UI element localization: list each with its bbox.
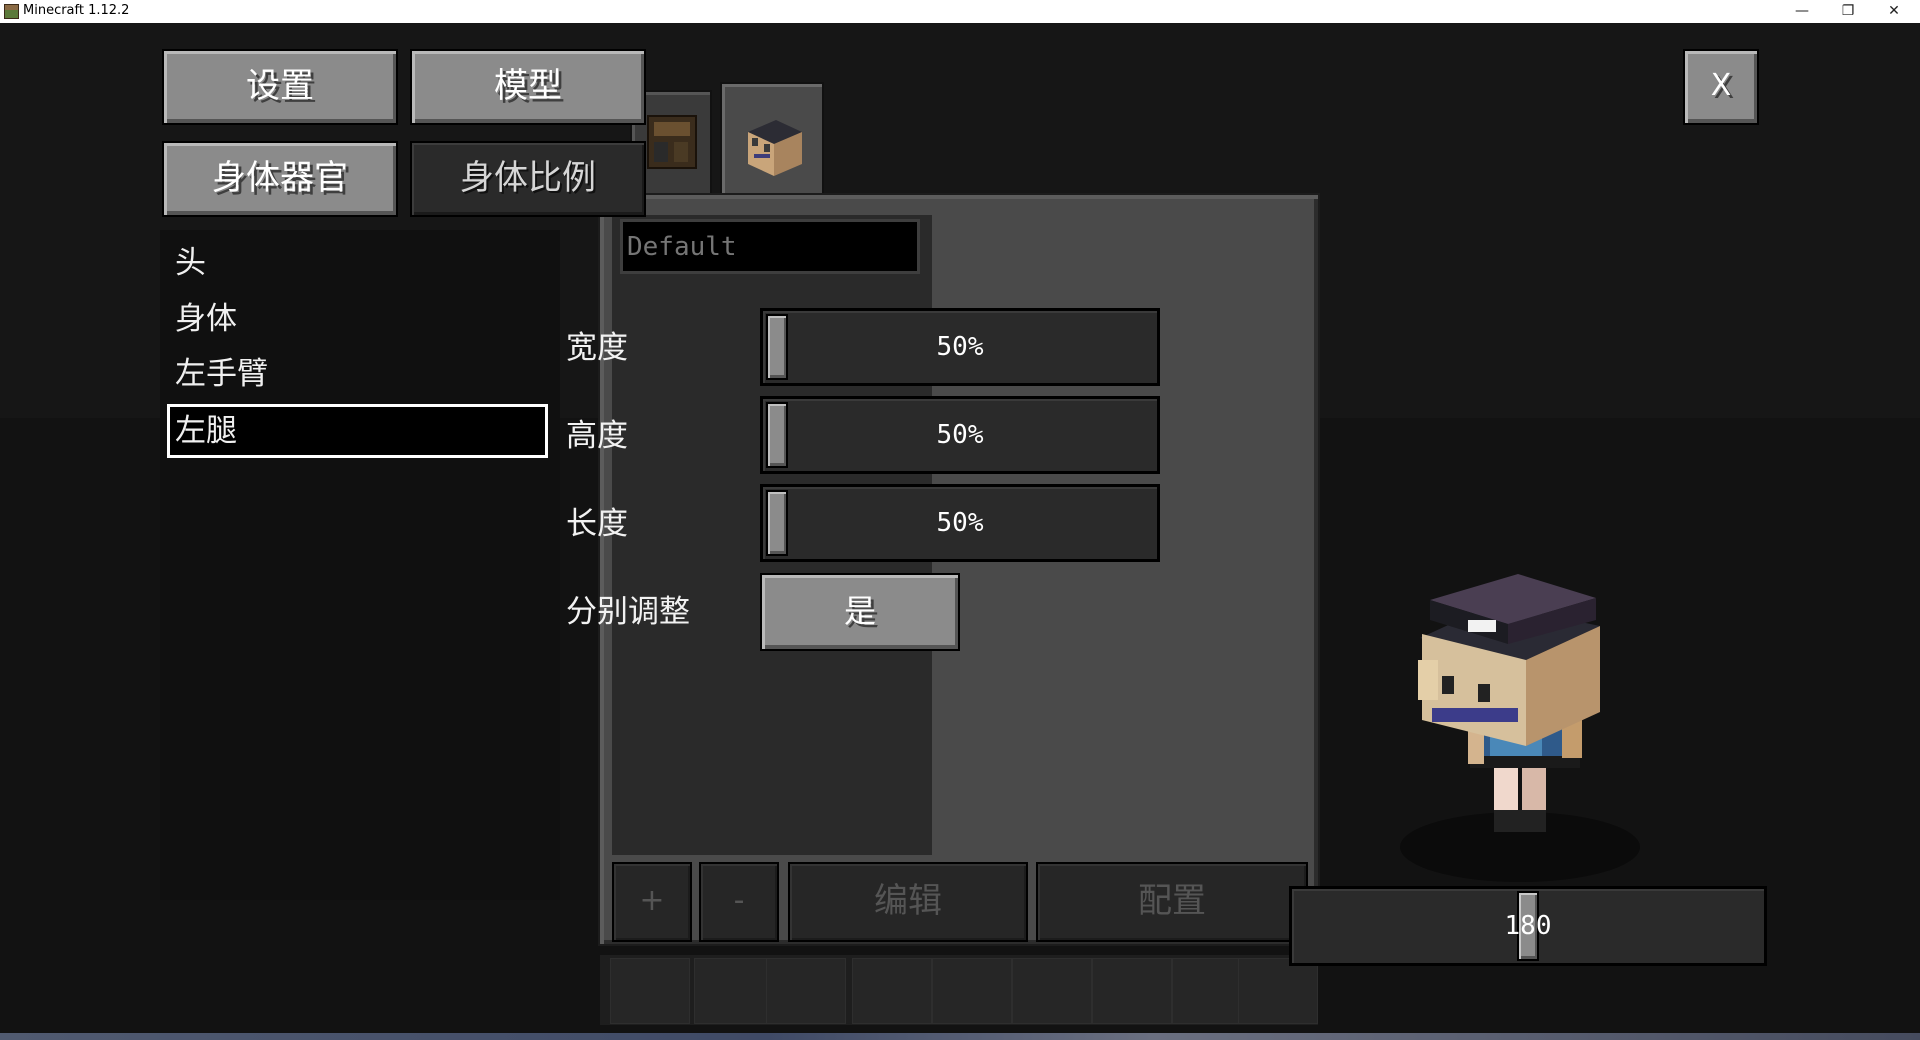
- length-value: 50%: [936, 508, 984, 538]
- hotbar-slot: [932, 958, 1012, 1024]
- close-gui-button[interactable]: X: [1683, 49, 1759, 125]
- add-button[interactable]: +: [612, 862, 692, 942]
- width-slider[interactable]: 50%: [760, 308, 1160, 386]
- rotation-slider[interactable]: 180: [1289, 886, 1767, 966]
- hotbar-slot: [1092, 958, 1172, 1024]
- restore-button[interactable]: ❐: [1825, 0, 1871, 23]
- hotbar-slot: [1238, 958, 1318, 1024]
- settings-button[interactable]: 设置: [162, 49, 398, 125]
- minimize-button[interactable]: —: [1779, 0, 1825, 23]
- rotation-value: 180: [1504, 911, 1552, 941]
- height-slider[interactable]: 50%: [760, 396, 1160, 474]
- height-label: 高度: [566, 418, 628, 454]
- body-scale-button[interactable]: 身体比例: [410, 141, 646, 217]
- taskbar-strip: [0, 1033, 1920, 1040]
- hotbar-slot: [1012, 958, 1092, 1024]
- player-head-icon: [748, 120, 802, 176]
- length-label: 长度: [566, 506, 628, 542]
- hotbar-slot: [766, 958, 846, 1024]
- crafting-table-icon: [647, 115, 697, 169]
- list-item[interactable]: 身体: [167, 292, 547, 346]
- player-model-preview: [1418, 574, 1600, 832]
- remove-button[interactable]: -: [699, 862, 779, 942]
- hotbar-slot: [694, 958, 774, 1024]
- body-parts-button[interactable]: 身体器官: [162, 141, 398, 217]
- width-label: 宽度: [566, 330, 628, 366]
- model-button[interactable]: 模型: [410, 49, 646, 125]
- tab-player-head[interactable]: [720, 82, 824, 197]
- separate-adjust-toggle[interactable]: 是: [760, 573, 960, 651]
- minecraft-app-icon: [4, 4, 19, 19]
- window-title: Minecraft 1.12.2: [23, 3, 130, 18]
- width-value: 50%: [936, 332, 984, 362]
- list-item[interactable]: 左手臂: [167, 347, 547, 401]
- list-item[interactable]: 头: [167, 236, 547, 290]
- preset-name-input[interactable]: [620, 219, 920, 274]
- window-close-button[interactable]: ✕: [1871, 0, 1917, 23]
- height-value: 50%: [936, 420, 984, 450]
- list-item-selected[interactable]: 左腿: [167, 404, 548, 458]
- hotbar-slot: [610, 958, 690, 1024]
- edit-button[interactable]: 编辑: [788, 862, 1028, 942]
- window-titlebar: Minecraft 1.12.2 — ❐ ✕: [0, 0, 1920, 23]
- hotbar-slot: [852, 958, 932, 1024]
- length-slider[interactable]: 50%: [760, 484, 1160, 562]
- config-button[interactable]: 配置: [1036, 862, 1308, 942]
- separate-adjust-label: 分别调整: [566, 594, 690, 630]
